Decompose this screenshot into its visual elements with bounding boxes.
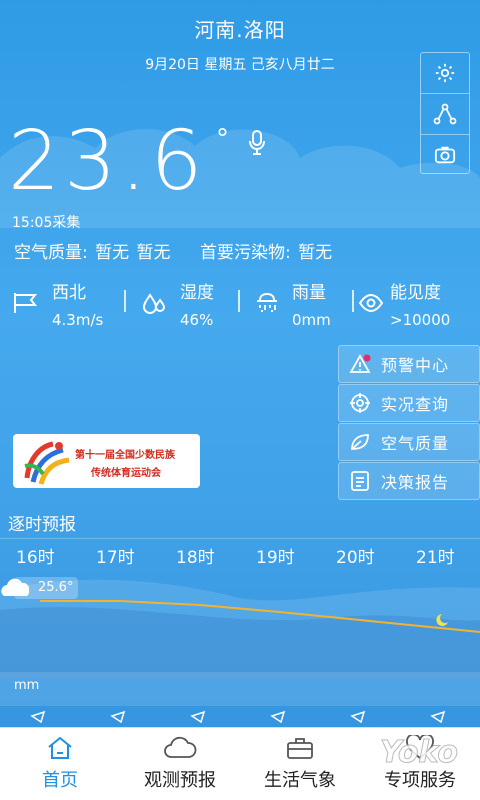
degree-symbol: ° bbox=[216, 124, 229, 154]
stat-divider bbox=[352, 290, 354, 312]
rain-icon bbox=[254, 292, 280, 318]
wind-arrows-row bbox=[30, 710, 446, 724]
menu-label: 空气质量 bbox=[381, 434, 450, 453]
tab-forecast[interactable]: 观测预报 bbox=[120, 728, 240, 800]
date-line: 9月20日 星期五 己亥八月廿二 bbox=[145, 57, 335, 73]
wind-flag-icon bbox=[12, 292, 38, 318]
collect-time: 15:05采集 bbox=[12, 215, 81, 231]
tab-label: 生活气象 bbox=[264, 770, 336, 791]
current-temperature: 23.6 bbox=[8, 114, 207, 209]
share-icon bbox=[433, 103, 457, 125]
warning-icon bbox=[339, 354, 381, 374]
air-quality-value: 空气质量: 暂无 暂无 bbox=[14, 243, 171, 263]
location-title[interactable]: 河南.洛阳 bbox=[0, 14, 480, 43]
wind-stat: 西北 4.3m/s bbox=[52, 278, 103, 329]
stat-divider bbox=[238, 290, 240, 312]
target-icon bbox=[339, 392, 381, 414]
precip-unit: mm bbox=[14, 678, 40, 693]
voice-button[interactable] bbox=[248, 130, 266, 160]
humidity-icon bbox=[142, 292, 168, 318]
air-quality-line: 空气质量: 暂无 暂无 首要污染物: 暂无 bbox=[14, 238, 354, 263]
wind-speed: 4.3m/s bbox=[52, 311, 104, 329]
weather-stats: 西北 4.3m/s 湿度 46% 雨量 0mm 能见度 >10000 bbox=[0, 278, 480, 329]
watermark-logo: Yoko bbox=[380, 735, 459, 771]
wind-direction: 西北 bbox=[52, 283, 86, 303]
humidity-label: 湿度 bbox=[180, 283, 214, 303]
event-banner[interactable]: 第十一届全国少数民族 传统体育运动会 bbox=[13, 434, 200, 488]
visibility-label: 能见度 bbox=[390, 283, 441, 303]
temperature-bubble: 25.6° bbox=[0, 576, 80, 600]
side-toolbar bbox=[420, 52, 470, 174]
hour-temperature: 25.6° bbox=[38, 580, 74, 595]
settings-icon bbox=[435, 63, 455, 83]
menu-label: 决策报告 bbox=[381, 473, 450, 492]
menu-label: 实况查询 bbox=[381, 395, 450, 414]
hourly-forecast-title: 逐时预报 bbox=[8, 515, 76, 535]
rain-stat: 雨量 0mm bbox=[292, 278, 331, 329]
tab-home[interactable]: 首页 bbox=[0, 728, 120, 800]
event-logo bbox=[24, 441, 70, 485]
weather-home-screen: 河南.洛阳 9月20日 星期五 己亥八月廿二 23.6 ° 15:05采集 空气… bbox=[0, 0, 480, 800]
hour-label: 21时 bbox=[416, 548, 455, 568]
hour-label: 20时 bbox=[336, 548, 375, 568]
camera-icon bbox=[434, 146, 456, 164]
decision-report-button[interactable]: 决策报告 bbox=[338, 462, 480, 500]
hour-label: 16时 bbox=[16, 548, 55, 568]
live-query-button[interactable]: 实况查询 bbox=[338, 384, 480, 422]
humidity-value: 46% bbox=[180, 311, 214, 329]
banner-line1: 第十一届全国少数民族 bbox=[75, 450, 175, 461]
warning-center-button[interactable]: 预警中心 bbox=[338, 345, 480, 383]
humidity-stat: 湿度 46% bbox=[180, 278, 214, 329]
tab-label: 首页 bbox=[42, 770, 78, 791]
briefcase-icon bbox=[285, 734, 315, 762]
home-icon bbox=[45, 734, 75, 762]
precip-bar bbox=[0, 672, 480, 706]
rain-value: 0mm bbox=[292, 311, 331, 329]
air-quality-button[interactable]: 空气质量 bbox=[338, 423, 480, 461]
settings-button[interactable] bbox=[421, 53, 469, 94]
visibility-value: >10000 bbox=[390, 311, 451, 329]
hour-label: 17时 bbox=[96, 548, 135, 568]
cloud-icon bbox=[163, 734, 197, 762]
banner-line2: 传统体育运动会 bbox=[91, 468, 161, 479]
eye-icon bbox=[358, 292, 384, 318]
primary-pollutant: 首要污染物: 暂无 bbox=[199, 243, 333, 263]
leaf-icon bbox=[339, 432, 381, 452]
menu-label: 预警中心 bbox=[381, 356, 450, 375]
report-icon bbox=[339, 470, 381, 492]
hour-label: 19时 bbox=[256, 548, 295, 568]
divider bbox=[0, 538, 480, 539]
microphone-icon bbox=[249, 130, 265, 155]
rain-label: 雨量 bbox=[292, 283, 326, 303]
camera-button[interactable] bbox=[421, 135, 469, 175]
hour-label: 18时 bbox=[176, 548, 215, 568]
share-button[interactable] bbox=[421, 94, 469, 135]
tab-life-weather[interactable]: 生活气象 bbox=[240, 728, 360, 800]
tab-label: 观测预报 bbox=[144, 770, 216, 791]
visibility-stat: 能见度 >10000 bbox=[390, 278, 450, 329]
stat-divider bbox=[124, 290, 126, 312]
